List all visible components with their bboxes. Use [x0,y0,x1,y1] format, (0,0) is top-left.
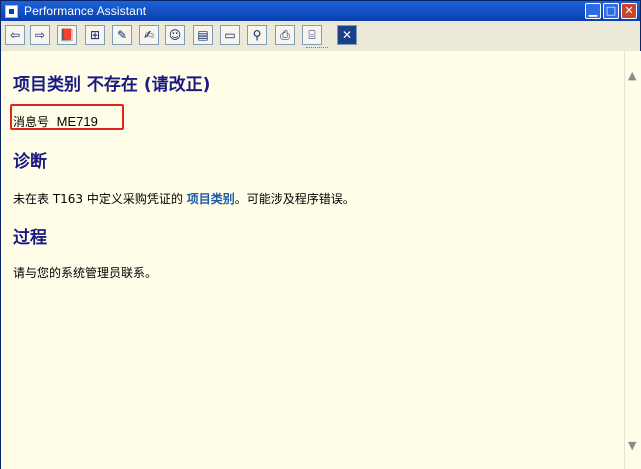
procedure-text: 请与您的系统管理员联系。 [13,266,158,280]
structure-button[interactable]: ⊞ [85,25,105,45]
message-number-label: 消息号 [13,115,50,129]
scroll-down-icon[interactable]: ▼ [628,439,636,452]
diagnosis-text: 未在表 T163 中定义采购凭证的 项目类别。可能涉及程序错误。 [13,190,355,207]
window-close-button[interactable]: ✕ [621,3,637,19]
diagnosis-heading: 诊断 [13,152,47,172]
back-button[interactable]: ⇦ [5,25,25,45]
edit-icon: ✎ [116,28,128,42]
forward-button[interactable]: ⇨ [30,25,50,45]
back-icon: ⇦ [9,28,21,42]
pin-button[interactable]: ⚲ [247,25,267,45]
procedure-heading: 过程 [13,228,47,248]
save-button[interactable]: ⌸ [302,25,322,45]
users-button[interactable]: ☺ [165,25,185,45]
card-button[interactable]: ▭ [220,25,240,45]
message-number: 消息号 ME719 [13,113,98,130]
pin-icon: ⚲ [252,28,262,42]
performance-assistant-window: Performance Assistant ▁ □ ✕ ⇦ ⇨ 📕 ⊞ ✎ ✍ … [0,0,641,469]
window-app-icon [5,4,18,18]
vertical-scrollbar[interactable]: ▲ ▼ [624,51,641,469]
edit-doc-icon: ✍ [143,28,155,42]
edit-doc-button[interactable]: ✍ [139,25,159,45]
close-icon: ✕ [341,28,353,42]
item-category-link[interactable]: 项目类别 [187,192,235,206]
message-number-value: ME719 [56,114,98,129]
edit-button[interactable]: ✎ [112,25,132,45]
list-icon: ▤ [197,28,209,42]
print-button[interactable]: ⎙ [275,25,295,45]
window-controls: ▁ □ ✕ [585,3,637,19]
diagnosis-text-after: 。可能涉及程序错误。 [234,192,355,206]
book-icon: 📕 [59,28,75,42]
maximize-button[interactable]: □ [603,3,619,19]
forward-icon: ⇨ [34,28,46,42]
title-bar[interactable]: Performance Assistant ▁ □ ✕ [1,1,640,21]
book-button[interactable]: 📕 [57,25,77,45]
message-title: 项目类别 不存在 (请改正) [13,75,211,95]
print-icon: ⎙ [280,27,290,42]
scroll-up-icon[interactable]: ▲ [628,69,636,82]
structure-icon: ⊞ [89,28,101,42]
card-icon: ▭ [224,28,236,42]
close-button[interactable]: ✕ [337,25,357,45]
diagnosis-text-before: 未在表 T163 中定义采购凭证的 [13,192,187,206]
toolbar: ⇦ ⇨ 📕 ⊞ ✎ ✍ ☺ ▤ ▭ ⚲ ⎙ ⌸ ✕ [1,21,640,52]
list-button[interactable]: ▤ [193,25,213,45]
window-title: Performance Assistant [24,4,147,18]
save-icon: ⌸ [308,27,316,42]
minimize-button[interactable]: ▁ [585,3,601,19]
users-icon: ☺ [168,28,182,42]
